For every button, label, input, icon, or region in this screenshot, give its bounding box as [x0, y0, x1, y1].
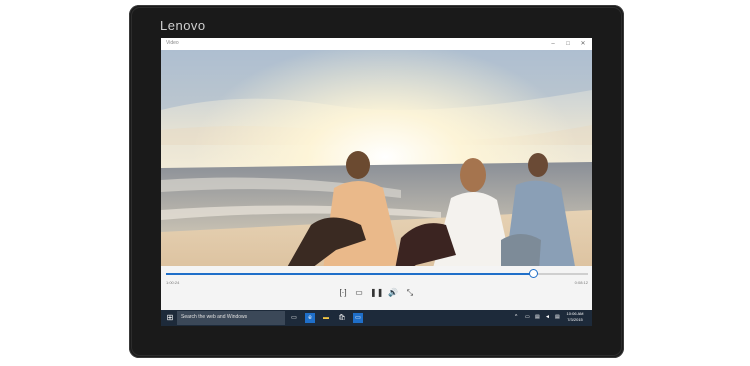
- seek-thumb[interactable]: [529, 269, 539, 278]
- file-explorer-icon[interactable]: ▬: [321, 313, 331, 323]
- clock[interactable]: 10:06 AM 7/3/2015: [565, 311, 585, 323]
- network-icon[interactable]: ▤: [535, 314, 540, 320]
- aspect-ratio-icon[interactable]: ▭: [353, 287, 365, 299]
- task-view-icon[interactable]: ▭: [289, 313, 299, 323]
- title-bar: Video – □ ✕: [161, 38, 592, 50]
- seek-progress: [166, 273, 534, 275]
- exit-fullscreen-icon[interactable]: ⤡: [404, 287, 416, 299]
- brand-logo: Lenovo: [160, 18, 206, 33]
- player-controls: 1:00:24 0:08:12 [·] ▭ ❚❚ 🔊 ⤡: [161, 266, 592, 310]
- chevron-up-icon[interactable]: ^: [515, 314, 517, 320]
- remaining-time: 0:08:12: [574, 280, 588, 285]
- minimize-icon[interactable]: –: [547, 39, 559, 49]
- video-app-icon[interactable]: ▭: [353, 313, 363, 323]
- volume-tray-icon[interactable]: ◄: [545, 314, 550, 320]
- volume-icon[interactable]: 🔊: [387, 287, 399, 299]
- window-title: Video: [166, 40, 179, 46]
- elapsed-time: 1:00:24: [166, 280, 180, 285]
- windows-start-icon[interactable]: ⊞: [165, 313, 175, 323]
- maximize-icon[interactable]: □: [562, 39, 574, 49]
- tablet-screen: Video – □ ✕ 1:00:24 0:08:12 [·] ▭ ❚❚ 🔊 ⤡…: [161, 38, 592, 326]
- captions-icon[interactable]: [·]: [337, 287, 349, 299]
- search-box[interactable]: Search the web and Windows: [177, 311, 285, 325]
- close-icon[interactable]: ✕: [577, 39, 589, 49]
- edge-browser-icon[interactable]: e: [305, 313, 315, 323]
- taskbar: ⊞ Search the web and Windows ▭ e ▬ 🛍 ▭ ^…: [161, 310, 592, 326]
- search-placeholder: Search the web and Windows: [181, 314, 248, 320]
- notifications-icon[interactable]: ▤: [555, 314, 560, 320]
- battery-icon[interactable]: ▭: [525, 314, 530, 320]
- clock-date: 7/3/2015: [567, 317, 583, 322]
- pause-icon[interactable]: ❚❚: [370, 287, 383, 299]
- seek-bar[interactable]: [166, 269, 588, 278]
- store-icon[interactable]: 🛍: [337, 313, 347, 323]
